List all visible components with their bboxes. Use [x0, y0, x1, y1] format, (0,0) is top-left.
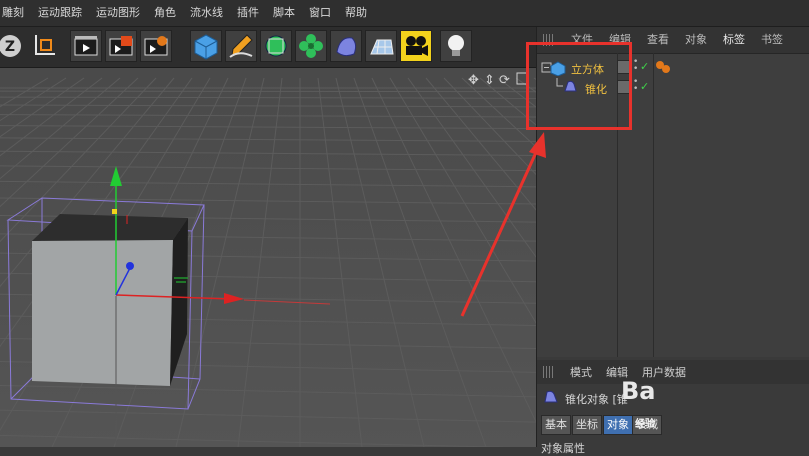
taper-object-icon	[544, 390, 558, 403]
deformer-icon[interactable]	[330, 30, 362, 62]
toolbar: Z	[0, 27, 536, 68]
undo-z-icon[interactable]: Z	[0, 30, 26, 62]
cloner-icon[interactable]	[295, 30, 327, 62]
light-icon[interactable]	[440, 30, 472, 62]
subdivision-icon[interactable]	[260, 30, 292, 62]
object-manager-tab[interactable]: 标签	[715, 27, 753, 53]
visibility-dots-icon[interactable]: • •	[633, 58, 638, 74]
pen-icon[interactable]	[225, 30, 257, 62]
object-manager-tab[interactable]: 查看	[639, 27, 677, 53]
attribute-tabs: 模式 编辑 用户数据	[537, 360, 809, 384]
menu-item[interactable]: 运动跟踪	[31, 0, 89, 26]
taper-handle[interactable]	[112, 209, 117, 214]
render-view-icon[interactable]	[70, 30, 102, 62]
subtab-basic[interactable]: 基本	[541, 415, 571, 435]
menu-bar: 雕刻 运动跟踪 运动图形 角色 流水线 插件 脚本 窗口 帮助	[0, 0, 809, 27]
watermark-logo: Ba	[621, 377, 656, 405]
watermark-sub: 经验	[635, 419, 655, 430]
menu-item[interactable]: 窗口	[302, 0, 338, 26]
menu-item[interactable]: 角色	[147, 0, 183, 26]
subtab-coord[interactable]: 坐标	[572, 415, 602, 435]
cube-icon[interactable]	[190, 30, 222, 62]
attribute-manager: 模式 编辑 用户数据 锥化对象 [锥 基本 坐标 对象 衰减 对象属性 Ba 经验	[536, 357, 809, 455]
rotate-view-icon[interactable]: ⟳	[499, 73, 510, 88]
object-manager-tab[interactable]: 书签	[753, 27, 791, 53]
menu-item[interactable]: 插件	[230, 0, 266, 26]
subtab-object[interactable]: 对象	[603, 415, 633, 435]
floor-icon[interactable]	[365, 30, 397, 62]
attribute-tab[interactable]: 模式	[563, 364, 599, 380]
menu-item[interactable]: 脚本	[266, 0, 302, 26]
menu-item[interactable]: 雕刻	[0, 0, 31, 26]
camera-icon[interactable]	[400, 30, 432, 62]
attribute-object-label: 锥化对象 [锥	[565, 393, 628, 406]
viewport-scene: ✥ ⇕ ⟳	[0, 68, 536, 447]
menu-item[interactable]: 运动图形	[89, 0, 147, 26]
menu-item[interactable]: 帮助	[338, 0, 374, 26]
visibility-dots-icon[interactable]: • •	[633, 78, 638, 94]
svg-text:Z: Z	[5, 39, 15, 55]
render-region-icon[interactable]	[105, 30, 137, 62]
enabled-check[interactable]: ✓	[640, 80, 649, 93]
object-manager-tab[interactable]: 对象	[677, 27, 715, 53]
z-axis-handle[interactable]	[126, 262, 134, 270]
3d-viewport[interactable]: ✥ ⇕ ⟳	[0, 68, 536, 447]
grid-line	[0, 90, 536, 93]
enabled-check[interactable]: ✓	[640, 60, 649, 73]
phong-tag-icon[interactable]	[655, 60, 671, 74]
render-settings-icon[interactable]	[140, 30, 172, 62]
axis-icon[interactable]	[28, 30, 60, 62]
dolly-view-icon[interactable]: ⇕	[484, 73, 495, 88]
section-label: 对象属性	[541, 442, 585, 455]
tapered-cube[interactable]	[32, 214, 188, 386]
move-view-icon[interactable]: ✥	[468, 73, 479, 88]
menu-item[interactable]: 流水线	[183, 0, 230, 26]
highlight-box	[526, 42, 632, 130]
panel-grip-icon[interactable]	[543, 366, 555, 378]
